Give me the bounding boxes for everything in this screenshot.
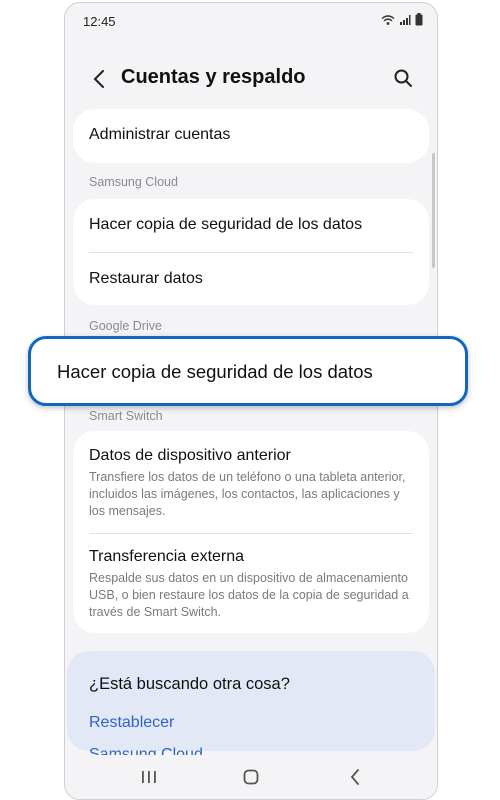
search-button[interactable]: [389, 64, 417, 92]
home-button[interactable]: [233, 763, 269, 791]
navigation-bar: [65, 755, 437, 799]
previous-device-title: Datos de dispositivo anterior: [89, 447, 291, 464]
restore-data-item[interactable]: Restaurar datos: [89, 270, 413, 288]
divider: [89, 533, 413, 534]
back-nav-button[interactable]: [337, 763, 373, 791]
page-title: Cuentas y respaldo: [121, 66, 306, 88]
restore-data-label: Restaurar datos: [89, 270, 203, 287]
samsung-cloud-card: Hacer copia de seguridad de los datos Re…: [73, 199, 429, 305]
signal-icon: [400, 14, 411, 25]
section-label-smart-switch: Smart Switch: [89, 409, 163, 423]
external-transfer-item[interactable]: Transferencia externa Respalde sus datos…: [89, 548, 413, 621]
smart-switch-card: Datos de dispositivo anterior Transfiere…: [73, 431, 429, 633]
back-button[interactable]: [85, 63, 113, 95]
help-link-restablecer[interactable]: Restablecer: [89, 714, 174, 732]
back-arrow-icon: [93, 70, 104, 88]
help-title: ¿Está buscando otra cosa?: [89, 675, 290, 693]
battery-icon: [415, 13, 423, 26]
help-card: ¿Está buscando otra cosa? Restablecer Sa…: [67, 651, 435, 763]
recent-apps-icon: [142, 771, 156, 783]
app-header: Cuentas y respaldo: [65, 59, 437, 99]
manage-accounts-label: Administrar cuentas: [89, 126, 231, 143]
previous-device-item[interactable]: Datos de dispositivo anterior Transfiere…: [89, 447, 413, 520]
samsung-cloud-backup-label: Hacer copia de seguridad de los datos: [89, 216, 363, 233]
wifi-icon: [381, 14, 395, 25]
status-icons: [381, 13, 423, 26]
previous-device-description: Transfiere los datos de un teléfono o un…: [89, 470, 406, 518]
status-bar: 12:45: [65, 3, 437, 39]
google-drive-backup-label: Hacer copia de seguridad de los datos: [57, 361, 373, 382]
section-label-samsung-cloud: Samsung Cloud: [89, 175, 178, 189]
back-nav-icon: [350, 769, 359, 785]
search-icon: [394, 69, 412, 87]
external-transfer-title: Transferencia externa: [89, 548, 245, 565]
home-icon: [243, 769, 259, 785]
section-label-google-drive: Google Drive: [89, 319, 162, 333]
recent-apps-button[interactable]: [131, 763, 167, 791]
scrollbar[interactable]: [432, 153, 435, 268]
status-time: 12:45: [83, 14, 116, 29]
accounts-card: Administrar cuentas: [73, 109, 429, 163]
divider: [89, 252, 413, 253]
samsung-cloud-backup-item[interactable]: Hacer copia de seguridad de los datos: [89, 216, 413, 234]
external-transfer-description: Respalde sus datos en un dispositivo de …: [89, 571, 409, 619]
google-drive-backup-item[interactable]: Hacer copia de seguridad de los datos: [28, 336, 468, 406]
manage-accounts-item[interactable]: Administrar cuentas: [89, 126, 413, 144]
